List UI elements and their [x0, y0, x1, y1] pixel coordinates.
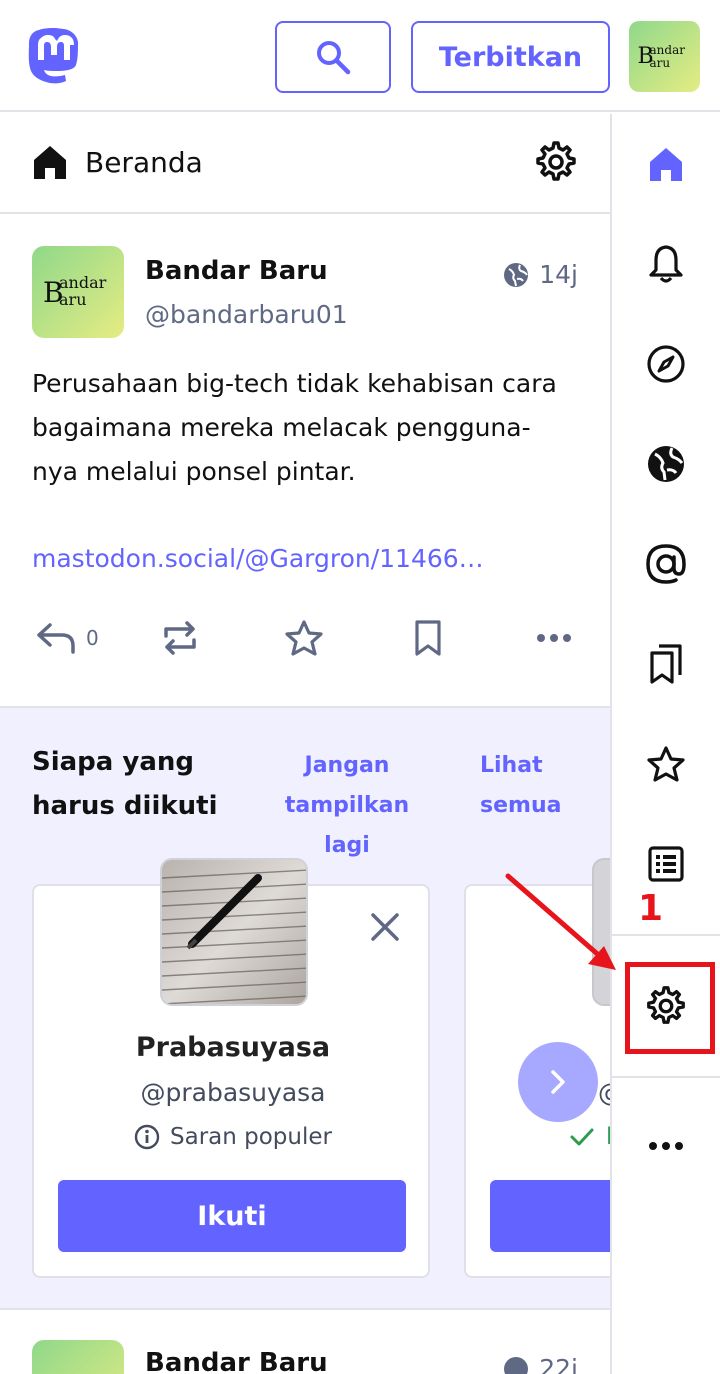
- column-settings-icon[interactable]: [533, 139, 579, 185]
- home-column: Beranda B andar aru Bandar Baru @bandarb…: [0, 114, 610, 1374]
- publish-button[interactable]: Terbitkan: [411, 21, 610, 93]
- reply-button[interactable]: 0: [36, 608, 99, 668]
- annotation-step-number: 1: [638, 888, 664, 929]
- follow-button[interactable]: Ikuti: [58, 1180, 406, 1252]
- globe-icon: [648, 446, 684, 482]
- post-author-handle: @bandarbaru01: [145, 300, 348, 329]
- at-icon: [646, 544, 686, 584]
- suggestion-avatar[interactable]: [160, 858, 308, 1006]
- dismiss-suggestions-link[interactable]: Jangan tampilkan lagi: [262, 746, 432, 866]
- post-timestamp[interactable]: 14j: [503, 260, 578, 289]
- account-avatar[interactable]: B andar aru: [629, 21, 700, 92]
- list-icon: [648, 846, 684, 882]
- favourite-button[interactable]: [284, 608, 324, 668]
- see-all-suggestions-link[interactable]: Lihat semua: [480, 746, 570, 826]
- follow-suggestions: Siapa yang harus diikuti Jangan tampilka…: [0, 706, 610, 1310]
- annotation-highlight-box: [625, 962, 715, 1054]
- boost-button[interactable]: [160, 608, 200, 668]
- post-author-name[interactable]: Bandar Baru: [145, 1348, 328, 1374]
- suggestion-handle: @: [598, 1078, 610, 1107]
- home-icon: [650, 148, 682, 181]
- mastodon-logo[interactable]: [28, 28, 82, 84]
- post-content: Perusahaan big-tech tidak kehabisan cara…: [32, 369, 557, 486]
- status-post[interactable]: Bandar Baru 22j: [0, 1310, 610, 1374]
- suggestion-name[interactable]: Prabasuyasa: [34, 1032, 432, 1063]
- nav-mentions[interactable]: [612, 514, 720, 614]
- nav-home[interactable]: [612, 114, 720, 214]
- bookmark-icon: [415, 620, 441, 656]
- post-author-name[interactable]: Bandar Baru: [145, 256, 328, 286]
- check-icon: [570, 1128, 594, 1146]
- status-post[interactable]: B andar aru Bandar Baru @bandarbaru01 14…: [0, 216, 610, 706]
- home-icon: [34, 146, 66, 179]
- page-title: Beranda: [85, 146, 203, 179]
- column-header: Beranda: [0, 114, 610, 214]
- search-button[interactable]: [275, 21, 391, 93]
- post-author-avatar[interactable]: B andar aru: [32, 246, 124, 338]
- star-icon: [285, 620, 323, 656]
- bookmark-button[interactable]: [412, 608, 444, 668]
- post-actions: 0: [0, 608, 610, 668]
- nav-lists[interactable]: [612, 814, 720, 914]
- suggestion-reason: Saran populer: [34, 1124, 432, 1150]
- nav-favourites[interactable]: [612, 714, 720, 814]
- globe-icon: [504, 262, 529, 287]
- nav-bookmarks[interactable]: [612, 614, 720, 714]
- nav-divider: [612, 934, 720, 936]
- suggestion-avatar[interactable]: [592, 858, 610, 1006]
- post-link[interactable]: mastodon.social/@Gargron/11466…: [32, 544, 532, 573]
- nav-notifications[interactable]: [612, 214, 720, 314]
- star-icon: [647, 746, 685, 782]
- more-icon: [649, 1142, 683, 1150]
- compass-icon: [647, 345, 685, 383]
- globe-icon: [504, 1356, 529, 1374]
- dismiss-suggestion-icon[interactable]: [370, 912, 400, 942]
- bell-icon: [649, 245, 683, 283]
- chevron-right-icon: [551, 1070, 565, 1094]
- nav-more[interactable]: [612, 1096, 720, 1196]
- nav-divider: [612, 1076, 720, 1078]
- follow-button[interactable]: [490, 1180, 610, 1252]
- reply-icon: [37, 623, 75, 654]
- nav-explore[interactable]: [612, 314, 720, 414]
- post-author-avatar[interactable]: [32, 1340, 124, 1374]
- bookmarks-icon: [650, 644, 682, 684]
- suggestion-reason: l: [570, 1124, 610, 1150]
- suggestions-title: Siapa yang harus diikuti: [32, 747, 218, 821]
- more-icon: [537, 634, 571, 642]
- more-options-button[interactable]: [536, 608, 572, 668]
- suggestion-handle: @prabasuyasa: [140, 1078, 326, 1107]
- next-suggestions-button[interactable]: [518, 1042, 598, 1122]
- suggestion-card[interactable]: Prabasuyasa @prabasuyasa Saran populer I…: [32, 858, 432, 1278]
- avatar-logo-text: B andar aru: [637, 42, 685, 70]
- boost-icon: [164, 621, 196, 655]
- nav-federated[interactable]: [612, 414, 720, 514]
- pen-on-paper-image: [162, 860, 306, 1004]
- avatar-logo-text: B andar aru: [43, 273, 107, 309]
- top-bar: Terbitkan B andar aru: [0, 0, 720, 112]
- search-icon: [317, 41, 351, 75]
- post-timestamp[interactable]: 22j: [503, 1354, 578, 1374]
- reply-count: 0: [86, 626, 99, 650]
- info-icon: [134, 1124, 160, 1150]
- navigation-rail: [612, 114, 720, 1374]
